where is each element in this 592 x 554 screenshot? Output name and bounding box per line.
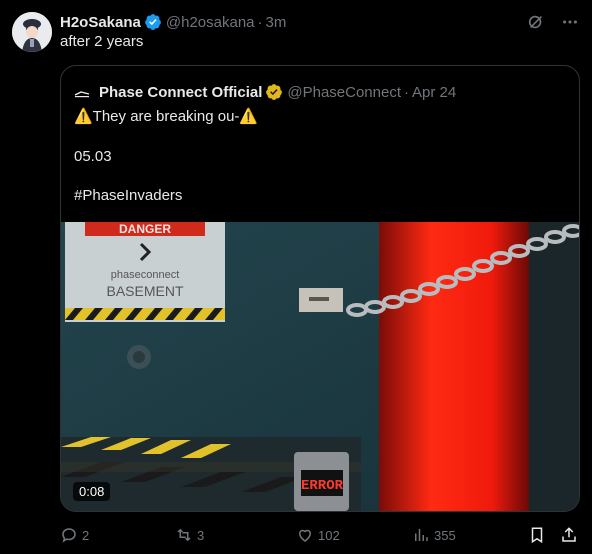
timestamp[interactable]: 3m (266, 14, 287, 31)
quoted-hashtag[interactable]: #PhaseInvaders (74, 187, 182, 204)
quoted-text-line-1: ⚠️They are breaking ou-⚠️ (74, 108, 259, 125)
avatar-image (12, 12, 52, 52)
like-count: 102 (318, 527, 340, 543)
quoted-tweet[interactable]: Phase Connect Official @PhaseConnect · A… (60, 65, 580, 512)
error-sign-text: ERROR (301, 478, 344, 494)
verified-badge-icon (145, 14, 161, 30)
phase-connect-logo-icon (73, 83, 91, 101)
share-icon (562, 527, 576, 542)
quoted-author-handle[interactable]: @PhaseConnect (287, 84, 401, 101)
gold-verified-badge-icon (266, 84, 283, 100)
like-button[interactable]: 102 (296, 524, 340, 546)
tweet-header: H2oSakana @h2osakana · 3m (60, 12, 580, 32)
bookmark-icon (531, 527, 543, 544)
danger-sign-text: DANGER (119, 222, 171, 236)
tweet-text: after 2 years (60, 33, 144, 50)
author-handle[interactable]: @h2osakana (166, 14, 255, 31)
bookmark-button[interactable] (528, 524, 546, 546)
repost-count: 3 (197, 527, 205, 543)
share-button[interactable] (560, 524, 578, 546)
repost-button[interactable]: 3 (175, 524, 204, 546)
quoted-text-line-2: 05.03 (74, 148, 112, 165)
grok-icon[interactable] (526, 12, 546, 32)
reply-icon (62, 528, 76, 543)
separator-dot: · (257, 13, 263, 31)
quoted-author-name[interactable]: Phase Connect Official (99, 84, 262, 101)
quoted-date[interactable]: Apr 24 (412, 84, 456, 101)
video-duration: 0:08 (73, 482, 111, 501)
reply-button[interactable]: 2 (60, 524, 89, 546)
video-player[interactable]: DANGER phaseconnect BASEMENT ERROR 0:08 (61, 222, 579, 511)
more-options-icon[interactable] (560, 12, 580, 32)
reply-count: 2 (82, 527, 90, 543)
company-sign-text: phaseconnect (111, 269, 180, 281)
analytics-icon (415, 529, 428, 541)
basement-sign-text: BASEMENT (106, 283, 183, 299)
quoted-separator-dot: · (404, 83, 410, 101)
repost-icon (177, 528, 191, 542)
video-frame: DANGER phaseconnect BASEMENT ERROR (61, 222, 579, 511)
heart-icon (298, 529, 312, 542)
avatar[interactable] (12, 12, 52, 52)
views-button[interactable]: 355 (412, 524, 456, 546)
view-count: 355 (434, 527, 456, 543)
quoted-header: Phase Connect Official @PhaseConnect · A… (73, 82, 456, 102)
action-bar: 2 3 102 355 (60, 524, 580, 546)
author-name[interactable]: H2oSakana (60, 14, 141, 31)
